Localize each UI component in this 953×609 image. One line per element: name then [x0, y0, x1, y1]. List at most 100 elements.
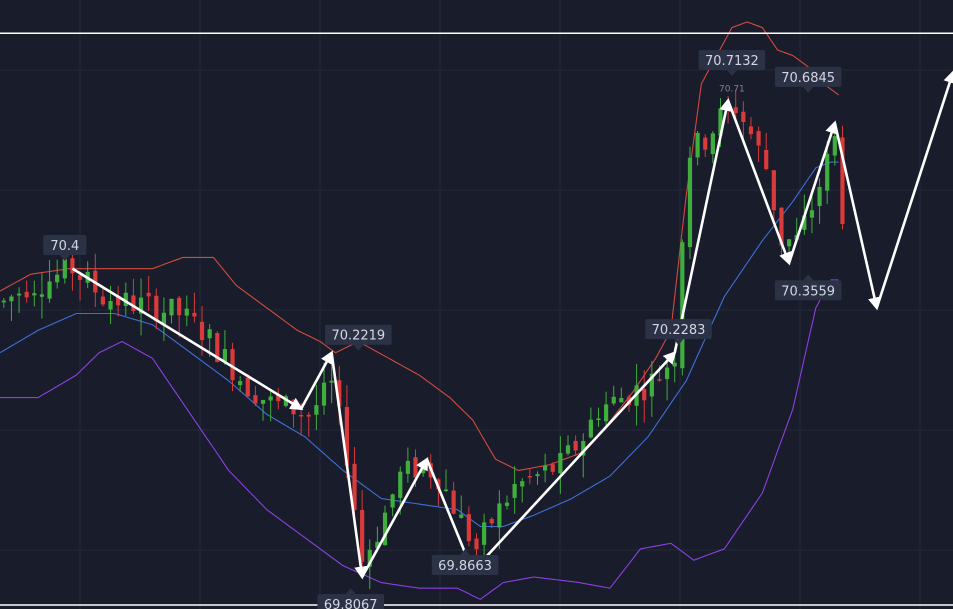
candle-body — [77, 275, 83, 280]
candle-body — [741, 111, 746, 123]
candle-body — [443, 489, 449, 492]
candle-body — [642, 389, 647, 401]
candle-body — [169, 298, 174, 316]
candle-body — [771, 170, 776, 211]
candle-body — [260, 399, 266, 404]
price-label-pointer — [353, 344, 364, 351]
candle-body — [817, 186, 822, 207]
candle-body — [786, 239, 792, 247]
price-label: 70.4 — [50, 239, 79, 254]
candlestick-chart-svg: 70.4 70.2219 69.8067 69.8663 70.2283 70.7132 7… — [0, 0, 953, 609]
candle-body — [24, 291, 29, 298]
candle-body — [672, 362, 677, 367]
candle-body — [764, 149, 769, 170]
candle-body — [611, 396, 616, 404]
candle-body — [573, 440, 578, 451]
chart: 70.4 70.2219 69.8067 69.8663 70.2283 70.7132 7… — [0, 0, 953, 609]
candle-body — [177, 297, 182, 316]
trend-arrow — [726, 100, 792, 266]
candle-body — [459, 514, 464, 518]
candle-body — [131, 295, 136, 312]
candle-body — [695, 132, 700, 158]
price-label: 70.2283 — [652, 323, 706, 338]
candle-body — [245, 377, 250, 397]
candle-body — [184, 308, 189, 316]
price-label: 70.6845 — [781, 71, 835, 86]
candle-body — [70, 258, 75, 274]
candle-body — [550, 464, 555, 472]
candle-body — [154, 295, 159, 322]
candle-body — [62, 258, 67, 279]
bollinger-lower-band — [0, 279, 839, 601]
candle-body — [413, 457, 418, 478]
price-label-pointer — [803, 274, 814, 281]
trend-arrow — [471, 350, 677, 573]
candle-body — [733, 107, 738, 114]
candle-body — [748, 126, 754, 135]
small-price-label: 70.71 — [719, 85, 745, 95]
candle-body — [535, 474, 540, 477]
price-label: 70.7132 — [705, 54, 759, 69]
candle-body — [55, 274, 60, 283]
candle-body — [703, 137, 708, 150]
price-label: 70.2219 — [331, 329, 385, 344]
candle-body — [489, 518, 494, 524]
price-label-pointer — [59, 255, 70, 262]
trend-arrow — [71, 267, 304, 411]
candle-body — [398, 471, 403, 498]
candle-body — [543, 465, 548, 471]
candle-body — [809, 210, 815, 218]
candle-body — [665, 367, 670, 380]
candle-body — [596, 418, 601, 421]
candle-body — [619, 397, 624, 403]
candle-body — [199, 321, 205, 341]
candle-body — [32, 293, 37, 296]
candle-body — [558, 453, 563, 474]
candle-body — [1, 300, 6, 303]
candle-body — [832, 136, 837, 156]
candle-body — [321, 382, 327, 406]
price-label-pointer — [726, 70, 737, 77]
candle-body — [314, 405, 319, 415]
candle-body — [474, 538, 479, 550]
trend-arrow — [787, 120, 838, 264]
candle-body — [9, 296, 14, 302]
candle-body — [565, 445, 571, 454]
trend-arrow — [361, 456, 429, 578]
bollinger-upper-band — [0, 21, 839, 472]
candle-body — [100, 296, 106, 305]
candle-body — [512, 483, 517, 498]
candle-body — [16, 293, 22, 296]
candle-body — [405, 460, 410, 474]
candle-body — [604, 404, 609, 422]
candle-body — [306, 414, 311, 417]
candle-body — [253, 395, 258, 404]
candle-body — [108, 301, 113, 310]
candle-body — [329, 380, 334, 383]
candle-body — [466, 514, 471, 542]
candle-body — [710, 133, 715, 155]
candle-body — [192, 312, 197, 317]
price-label-pointer — [803, 86, 814, 93]
candle-body — [482, 522, 487, 545]
candle-body — [504, 502, 510, 506]
candle-body — [756, 131, 761, 146]
candle-body — [527, 475, 532, 478]
candle-body — [588, 419, 593, 438]
candle-body — [39, 294, 45, 297]
candle-body — [299, 414, 304, 417]
price-label: 69.8067 — [324, 598, 378, 609]
candle-body — [687, 157, 693, 248]
candle-body — [47, 281, 52, 299]
candle-body — [146, 292, 151, 297]
candle-body — [520, 481, 525, 487]
candle-body — [497, 503, 502, 528]
price-label: 70.3559 — [781, 284, 835, 299]
price-label-pointer — [345, 588, 356, 595]
candle-body — [238, 381, 243, 386]
price-label: 69.8663 — [438, 559, 492, 574]
candle-body — [207, 329, 212, 339]
candle-body — [657, 379, 662, 381]
candle-body — [451, 490, 456, 514]
candle-body — [825, 153, 830, 191]
